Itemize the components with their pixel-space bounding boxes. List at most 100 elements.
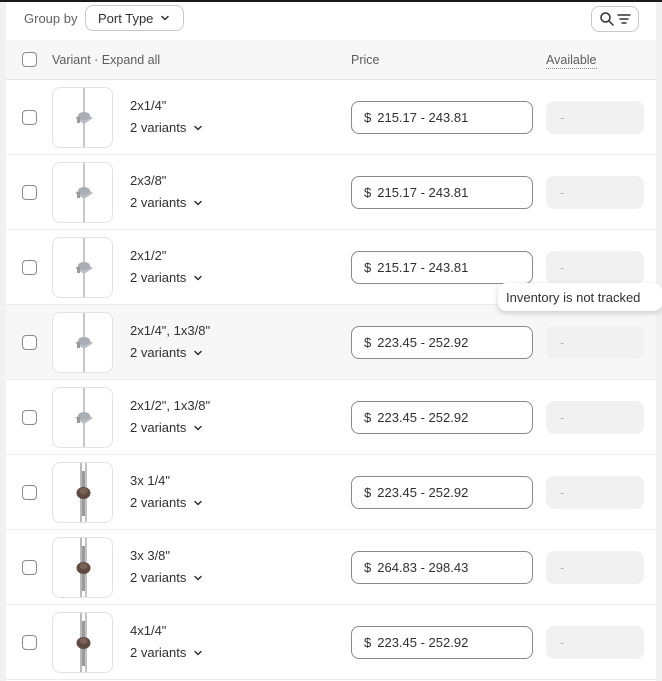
available-field: -	[546, 476, 644, 509]
currency-symbol: $	[364, 560, 372, 575]
table-row[interactable]: 2x1/4", 1x3/8" 2 variants $223.45 - 252.92…	[6, 305, 656, 380]
variant-count: 2 variants	[130, 345, 187, 360]
variant-count: 2 variants	[130, 645, 187, 660]
currency-symbol: $	[364, 185, 372, 200]
currency-symbol: $	[364, 485, 372, 500]
available-field: -	[546, 551, 644, 584]
price-range-input[interactable]: $215.17 - 243.81	[351, 176, 533, 209]
search-icon	[600, 12, 614, 26]
brown-fitting-image	[76, 613, 91, 672]
footer-partial-text	[6, 674, 656, 681]
chevron-down-icon	[161, 15, 170, 21]
silver-fitting-image	[75, 313, 93, 372]
currency-symbol: $	[364, 635, 372, 650]
expand-variants-toggle[interactable]: 2 variants	[130, 570, 204, 585]
silver-fitting-image	[75, 163, 93, 222]
product-thumbnail[interactable]	[52, 387, 113, 448]
row-checkbox[interactable]	[22, 635, 37, 650]
variant-count: 2 variants	[130, 270, 187, 285]
chevron-down-icon	[194, 350, 203, 355]
expand-variants-toggle[interactable]: 2 variants	[130, 195, 204, 210]
price-range-input[interactable]: $264.83 - 298.43	[351, 551, 533, 584]
variant-count: 2 variants	[130, 495, 187, 510]
table-row[interactable]: 3x 3/8" 2 variants $264.83 - 298.43-	[6, 530, 656, 605]
available-field: -	[546, 101, 644, 134]
table-header: Variant · Expand all Price Available	[6, 40, 656, 80]
variant-name: 2x1/2"	[130, 248, 167, 263]
variant-count: 2 variants	[130, 195, 187, 210]
variant-count: 2 variants	[130, 570, 187, 585]
price-column-header: Price	[351, 53, 380, 67]
expand-variants-toggle[interactable]: 2 variants	[130, 645, 204, 660]
product-thumbnail[interactable]	[52, 537, 113, 598]
chevron-down-icon	[194, 575, 203, 580]
available-field: -	[546, 176, 644, 209]
product-thumbnail[interactable]	[52, 87, 113, 148]
currency-symbol: $	[364, 260, 372, 275]
expand-variants-toggle[interactable]: 2 variants	[130, 495, 204, 510]
row-checkbox[interactable]	[22, 410, 37, 425]
variant-name: 2x1/4", 1x3/8"	[130, 323, 211, 338]
price-range-value: 264.83 - 298.43	[377, 560, 469, 575]
inventory-tooltip: Inventory is not tracked	[498, 283, 662, 311]
row-checkbox[interactable]	[22, 110, 37, 125]
expand-variants-toggle[interactable]: 2 variants	[130, 270, 204, 285]
row-checkbox[interactable]	[22, 335, 37, 350]
row-checkbox[interactable]	[22, 560, 37, 575]
row-checkbox[interactable]	[22, 260, 37, 275]
variant-count: 2 variants	[130, 420, 187, 435]
table-row[interactable]: 2x3/8" 2 variants $215.17 - 243.81-	[6, 155, 656, 230]
product-thumbnail[interactable]	[52, 162, 113, 223]
expand-variants-toggle[interactable]: 2 variants	[130, 420, 204, 435]
table-row[interactable]: 4x1/4" 2 variants $223.45 - 252.92-	[6, 605, 656, 680]
product-thumbnail[interactable]	[52, 237, 113, 298]
table-row[interactable]: 2x1/2", 1x3/8" 2 variants $223.45 - 252.92…	[6, 380, 656, 455]
available-field: -	[546, 401, 644, 434]
group-by-select[interactable]: Port Type	[85, 5, 185, 31]
toolbar: Group by Port Type	[6, 2, 656, 40]
product-thumbnail[interactable]	[52, 612, 113, 673]
price-range-input[interactable]: $223.45 - 252.92	[351, 401, 533, 434]
product-thumbnail[interactable]	[52, 462, 113, 523]
price-range-value: 223.45 - 252.92	[377, 335, 469, 350]
price-range-input[interactable]: $223.45 - 252.92	[351, 326, 533, 359]
expand-variants-toggle[interactable]: 2 variants	[130, 345, 204, 360]
select-all-checkbox[interactable]	[22, 52, 37, 67]
variant-name: 2x1/4"	[130, 98, 167, 113]
price-range-input[interactable]: $215.17 - 243.81	[351, 251, 533, 284]
chevron-down-icon	[194, 125, 203, 130]
variant-count: 2 variants	[130, 120, 187, 135]
variant-column-header[interactable]: Variant · Expand all	[52, 53, 160, 67]
price-range-input[interactable]: $223.45 - 252.92	[351, 626, 533, 659]
price-range-input[interactable]: $223.45 - 252.92	[351, 476, 533, 509]
variant-name: 2x3/8"	[130, 173, 167, 188]
price-range-value: 215.17 - 243.81	[377, 185, 469, 200]
currency-symbol: $	[364, 335, 372, 350]
available-field: -	[546, 251, 644, 284]
product-thumbnail[interactable]	[52, 312, 113, 373]
group-by-label: Group by	[24, 11, 78, 26]
row-checkbox[interactable]	[22, 485, 37, 500]
price-range-value: 215.17 - 243.81	[377, 260, 469, 275]
table-row[interactable]: 2x1/4" 2 variants $215.17 - 243.81-	[6, 80, 656, 155]
variant-name: 3x 1/4"	[130, 473, 171, 488]
available-field: -	[546, 326, 644, 359]
available-column-header[interactable]: Available	[546, 53, 597, 69]
price-range-value: 223.45 - 252.92	[377, 635, 469, 650]
expand-variants-toggle[interactable]: 2 variants	[130, 120, 204, 135]
price-range-input[interactable]: $215.17 - 243.81	[351, 101, 533, 134]
silver-fitting-image	[75, 388, 93, 447]
available-field: -	[546, 626, 644, 659]
chevron-down-icon	[194, 500, 203, 505]
variant-rows: 2x1/4" 2 variants $215.17 - 243.81-2x3/8" 2…	[6, 80, 656, 680]
table-row[interactable]: 3x 1/4" 2 variants $223.45 - 252.92-	[6, 455, 656, 530]
price-range-value: 215.17 - 243.81	[377, 110, 469, 125]
chevron-down-icon	[194, 650, 203, 655]
variant-name: 3x 3/8"	[130, 548, 171, 563]
search-filter-button[interactable]	[591, 6, 639, 32]
silver-fitting-image	[75, 238, 93, 297]
filter-icon	[617, 14, 631, 24]
row-checkbox[interactable]	[22, 185, 37, 200]
chevron-down-icon	[194, 200, 203, 205]
price-range-value: 223.45 - 252.92	[377, 485, 469, 500]
